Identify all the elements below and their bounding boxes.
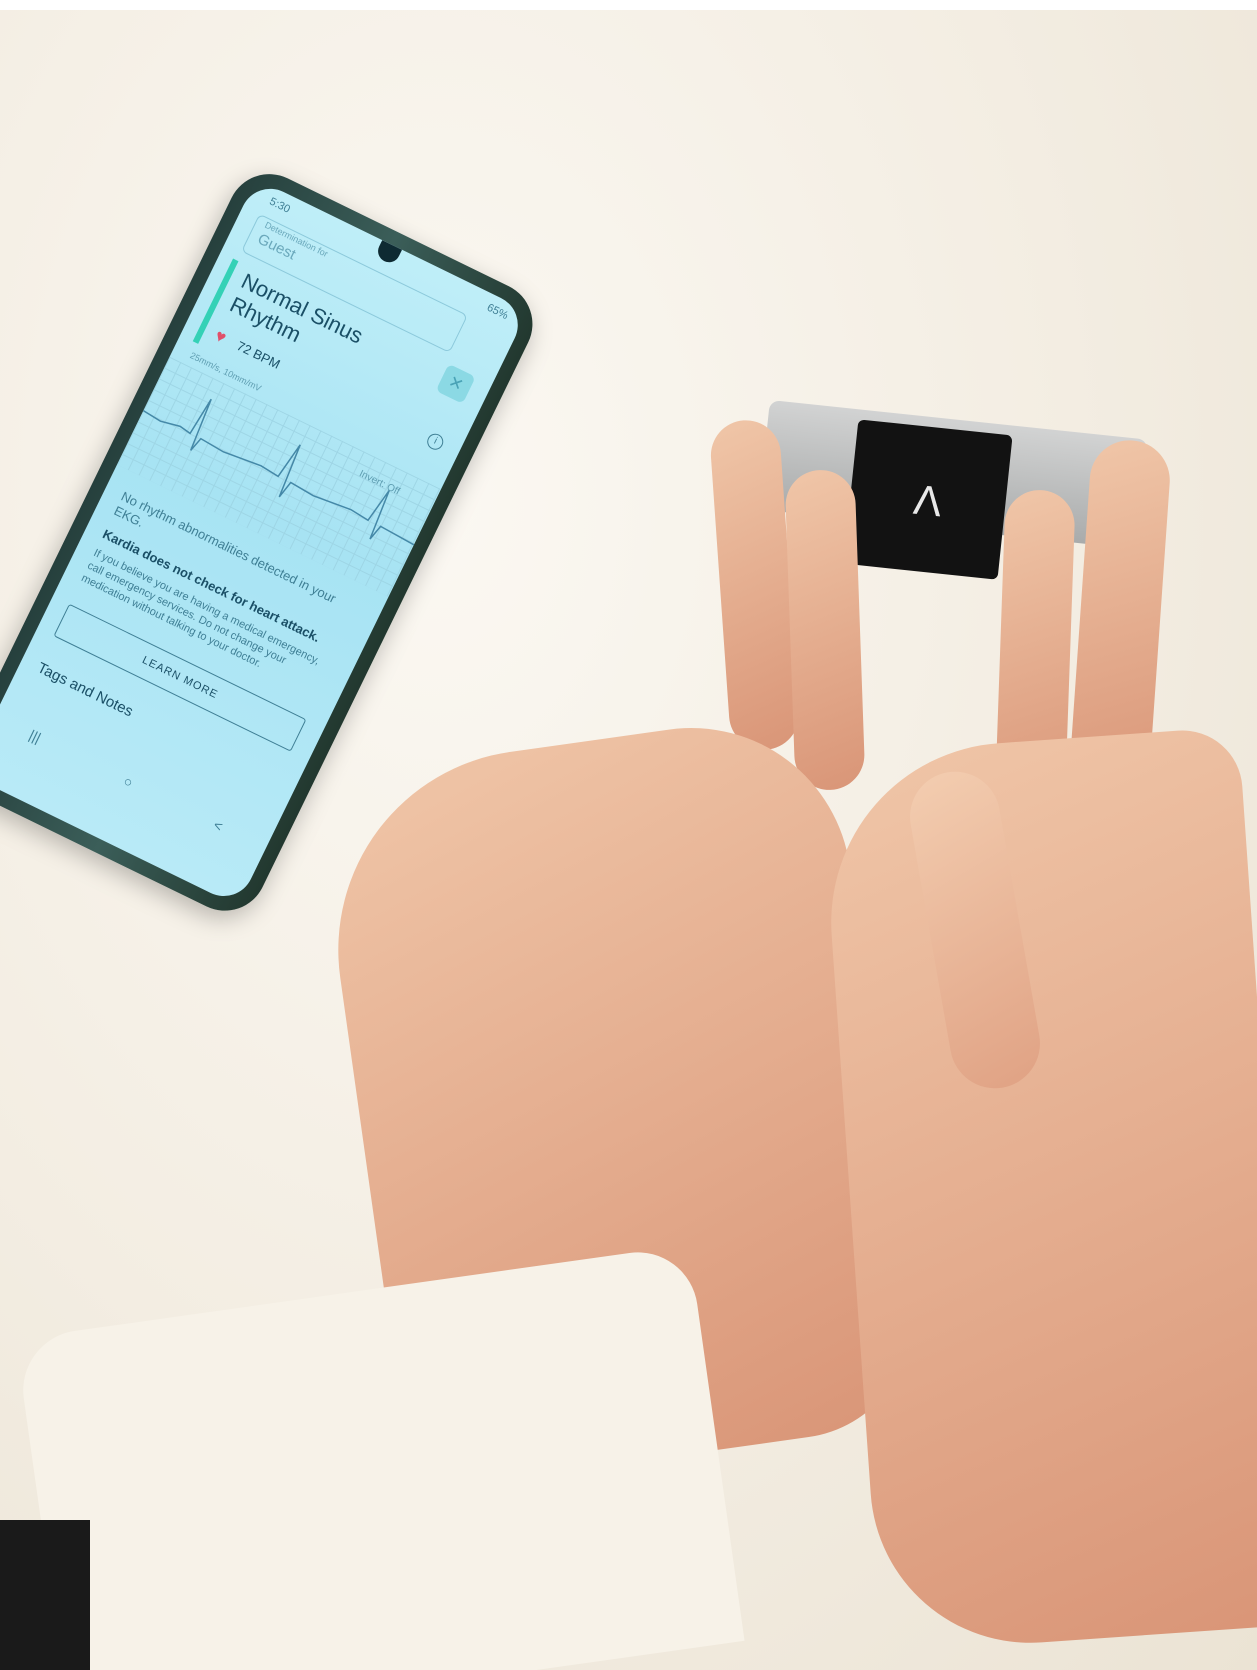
back-icon[interactable]: <	[211, 816, 225, 834]
recent-apps-icon[interactable]: |||	[27, 727, 44, 746]
kardia-logo-icon: Λ	[911, 475, 945, 526]
shirt-sleeve	[15, 1244, 745, 1670]
top-edge	[0, 0, 1257, 10]
left-middle-finger	[784, 468, 866, 792]
close-button[interactable]: ✕	[435, 363, 476, 404]
home-icon[interactable]: ○	[121, 773, 136, 791]
right-hand	[819, 726, 1257, 1654]
status-battery: 65%	[484, 301, 510, 323]
info-icon[interactable]: i	[424, 431, 446, 453]
heart-icon: ♥	[211, 325, 230, 348]
android-nav-bar: ||| ○ <	[0, 700, 274, 868]
status-time: 5:30	[267, 195, 292, 216]
heart-rate: 72 BPM	[234, 338, 283, 372]
close-icon: ✕	[445, 371, 467, 396]
photo-scene: 5:30 65% Determination for Guest Normal …	[0, 0, 1257, 1670]
device-logo-tile: Λ	[843, 419, 1013, 580]
dark-sleeve-edge	[0, 1520, 90, 1670]
